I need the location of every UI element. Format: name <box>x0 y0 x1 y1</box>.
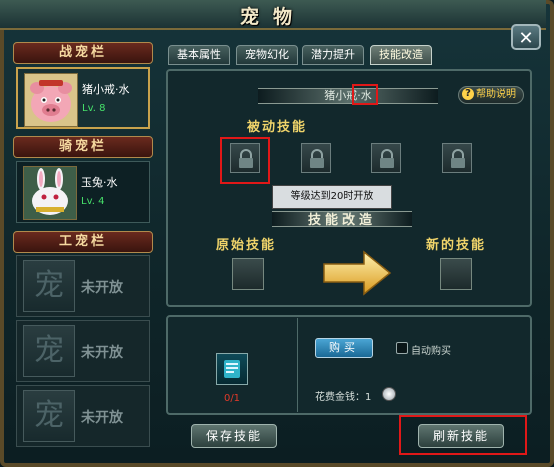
battle-pet-level: Lv. 8 <box>82 103 106 114</box>
original-skill-label: 原始技能 <box>216 238 277 253</box>
cost-label: 花费金钱：1 <box>315 392 372 403</box>
new-skill-label: 新的技能 <box>426 238 487 253</box>
work-slot-label: 未开放 <box>81 410 123 426</box>
work-pet-header: 工宠栏 <box>13 231 153 253</box>
passive-skill-slot-3[interactable] <box>371 143 401 173</box>
save-skill-button[interactable]: 保存技能 <box>191 424 277 448</box>
mount-pet-level: Lv. 4 <box>81 196 105 207</box>
lock-icon <box>380 149 394 168</box>
scroll-icon <box>224 360 240 378</box>
passive-skills-title: 被动技能 <box>246 120 307 135</box>
passive-skill-slot-4[interactable] <box>442 143 472 173</box>
arrow-right-icon <box>323 250 392 296</box>
pet-placeholder-icon: 宠 <box>23 260 75 312</box>
skill-book-item[interactable] <box>216 353 248 385</box>
work-pet-slot-1[interactable]: 宠 未开放 <box>16 255 150 317</box>
refresh-highlight-box <box>399 415 527 455</box>
work-pet-slot-3[interactable]: 宠 未开放 <box>16 385 150 447</box>
work-slot-label: 未开放 <box>81 345 123 361</box>
passive-skill-slot-2[interactable] <box>301 143 331 173</box>
auto-buy-checkbox[interactable] <box>396 342 408 354</box>
tab-basic-attributes[interactable]: 基本属性 <box>168 45 230 65</box>
work-slot-label: 未开放 <box>81 280 123 296</box>
pet-placeholder-icon: 宠 <box>23 325 75 377</box>
new-skill-slot[interactable] <box>440 258 472 290</box>
skill-rebuild-title: 技能改造 <box>307 213 376 228</box>
battle-pet-header: 战宠栏 <box>13 42 153 64</box>
close-button[interactable]: ✕ <box>511 24 541 50</box>
rabbit-pet-avatar <box>23 166 77 220</box>
mount-pet-slot[interactable]: 玉兔·水 Lv. 4 <box>16 161 150 223</box>
pet-placeholder-icon: 宠 <box>23 390 75 442</box>
title-bar: 宠物 <box>0 0 546 30</box>
panel-divider <box>297 318 298 412</box>
skill-rebuild-banner: 技能改造 <box>272 206 412 230</box>
question-icon: ? <box>462 88 474 100</box>
item-count: 0/1 <box>223 393 241 404</box>
original-skill-slot[interactable] <box>232 258 264 290</box>
lock-icon <box>310 149 324 168</box>
mount-pet-name: 玉兔·水 <box>81 176 118 189</box>
help-label: 帮助说明 <box>476 89 516 100</box>
tab-skill-rebuild[interactable]: 技能改造 <box>370 45 432 65</box>
mount-pet-header: 骑宠栏 <box>13 136 153 158</box>
window-title: 宠物 <box>239 6 306 28</box>
tab-potential-boost[interactable]: 潜力提升 <box>302 45 364 65</box>
battle-pet-name: 猪小戒·水 <box>82 83 130 96</box>
buy-button[interactable]: 购买 <box>315 338 373 358</box>
work-pet-slot-2[interactable]: 宠 未开放 <box>16 320 150 382</box>
help-button[interactable]: ? 帮助说明 <box>458 86 524 104</box>
unlock-tooltip: 等级达到20时开放 <box>272 185 392 209</box>
pet-name-banner: 猪小戒·水 <box>258 85 438 105</box>
auto-buy-label: 自动购买 <box>411 346 451 357</box>
tab-pet-transform[interactable]: 宠物幻化 <box>236 45 298 65</box>
silver-coin-icon <box>382 387 396 401</box>
attribute-highlight-box <box>352 84 378 105</box>
lock-icon <box>451 149 465 168</box>
slot-highlight-box <box>220 137 270 184</box>
